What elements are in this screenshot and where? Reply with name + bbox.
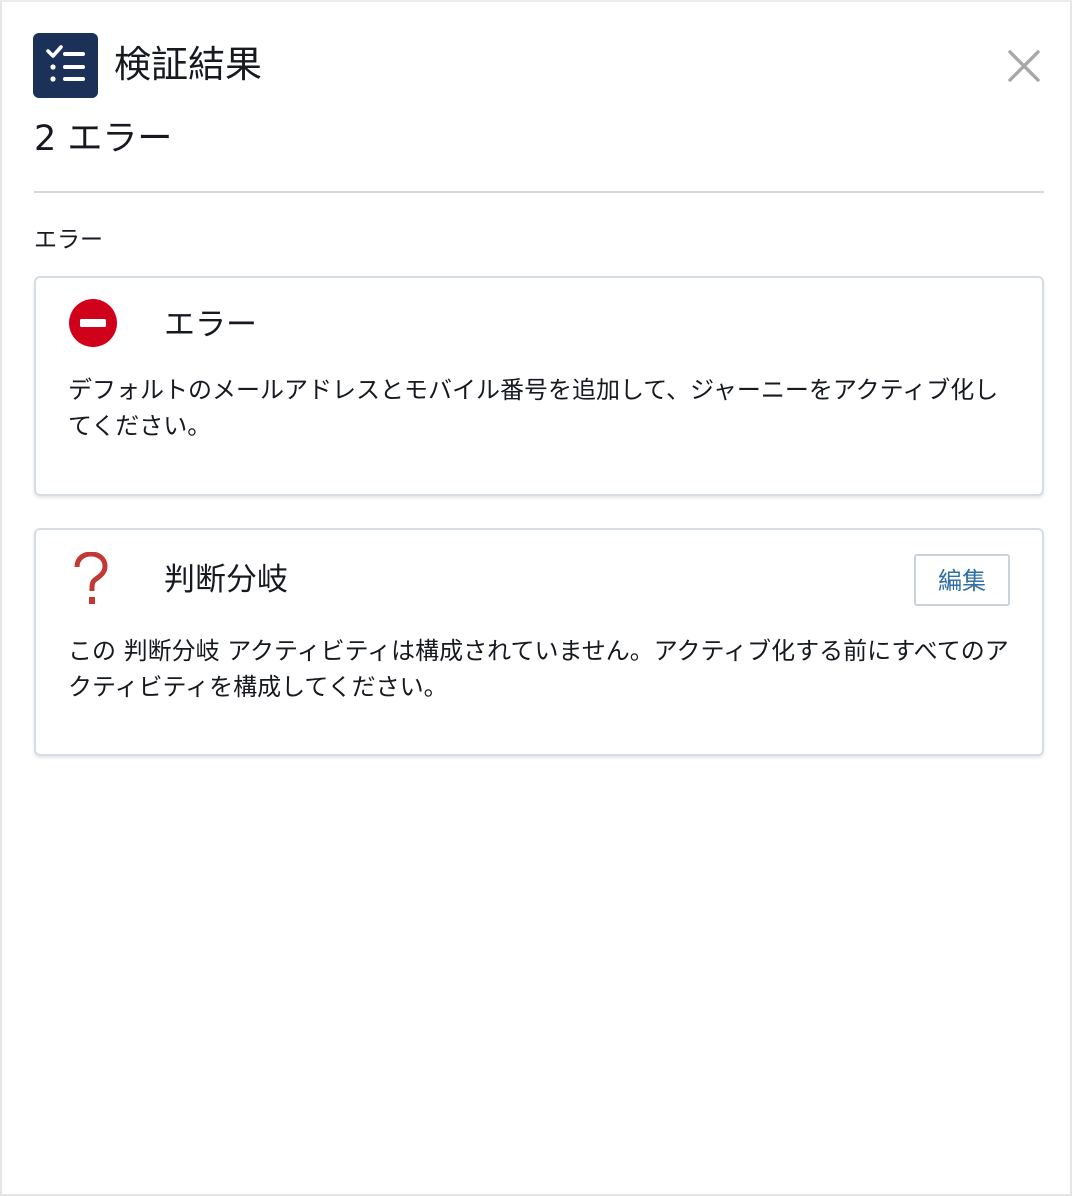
error-card-message: デフォルトのメールアドレスとモバイル番号を追加して、ジャーニーをアクティブ化して… <box>68 376 999 440</box>
decision-split-card: 判断分岐 編集 この 判断分岐 アクティビティは構成されていません。アクティブ化… <box>34 528 1044 756</box>
panel-title: 検証結果 <box>114 43 262 86</box>
error-minus-circle-icon <box>68 298 118 348</box>
close-icon <box>1008 50 1040 82</box>
section-label-errors: エラー <box>34 227 103 253</box>
error-card: エラー デフォルトのメールアドレスとモバイル番号を追加して、ジャーニーをアクティ… <box>34 276 1044 496</box>
decision-split-title: 判断分岐 <box>164 562 288 598</box>
divider <box>34 191 1044 193</box>
decision-split-message: この 判断分岐 アクティビティは構成されていません。アクティブ化する前にすべての… <box>68 637 1009 701</box>
close-button[interactable] <box>1002 44 1046 88</box>
error-card-title: エラー <box>164 307 257 343</box>
edit-button[interactable]: 編集 <box>914 554 1010 606</box>
error-count: 2 エラー <box>34 119 173 159</box>
question-mark-icon <box>66 551 116 608</box>
validation-results-panel: 検証結果 2 エラー エラー エラー デフォルトのメールアドレスとモバイル番号を… <box>0 0 1072 1196</box>
checklist-icon <box>33 33 98 98</box>
